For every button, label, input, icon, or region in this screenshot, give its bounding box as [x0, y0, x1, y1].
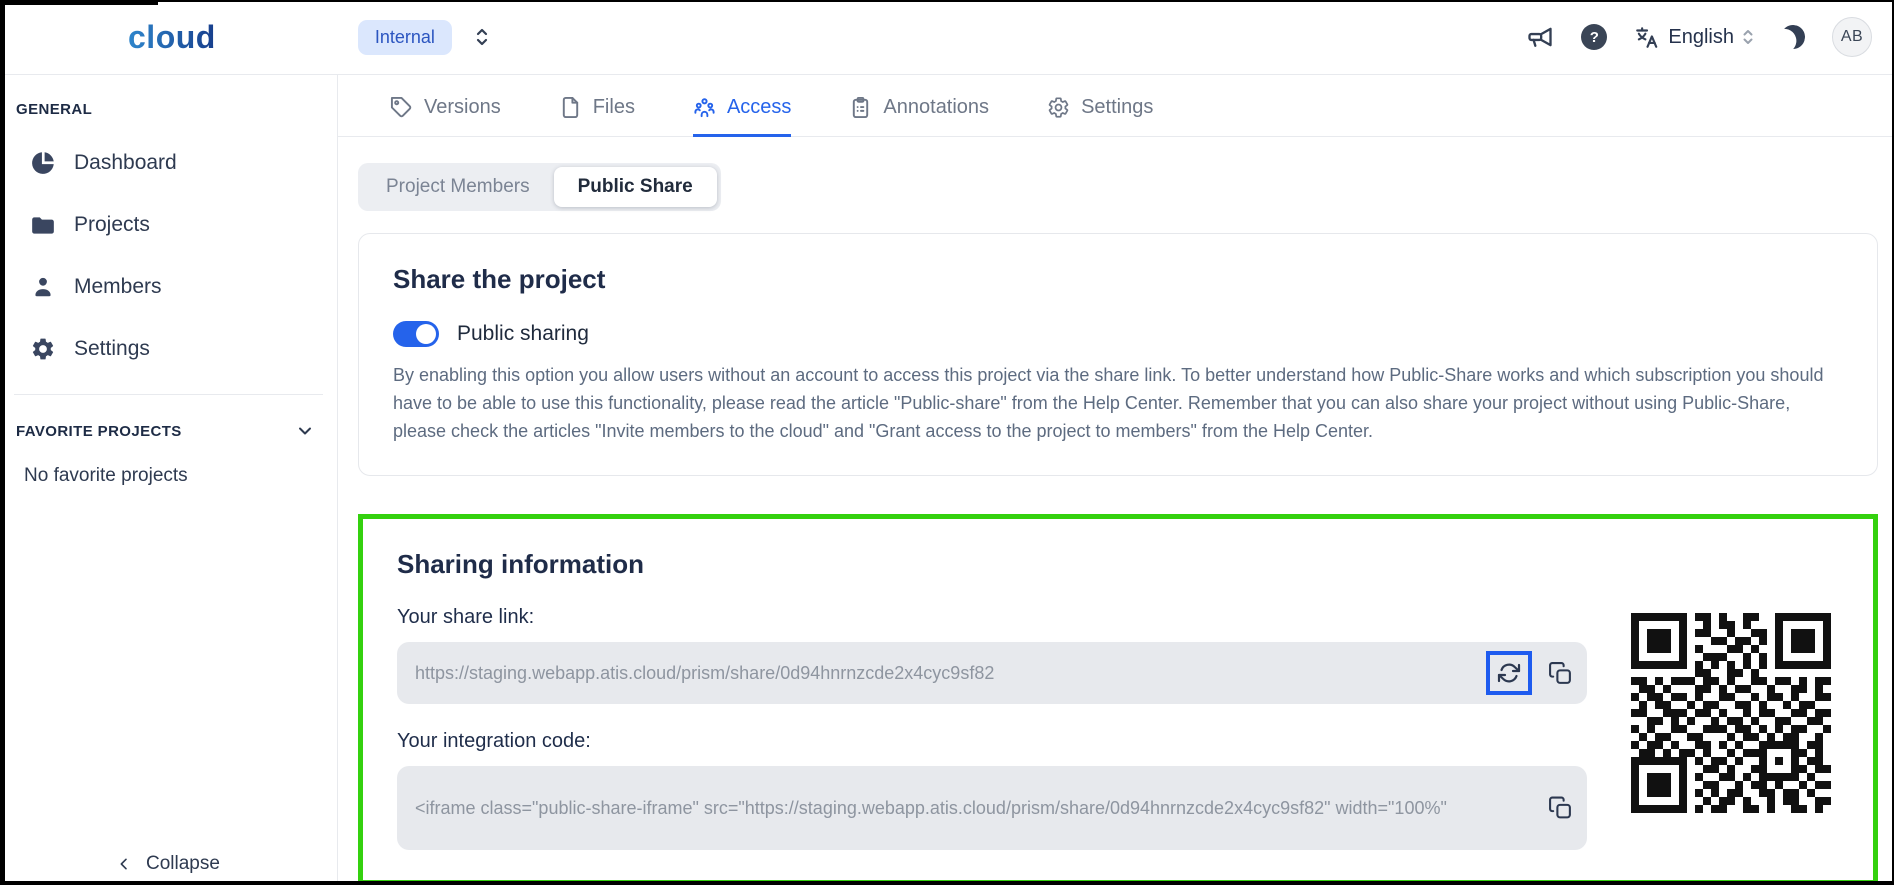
subtab-public-share[interactable]: Public Share — [553, 167, 717, 207]
pie-chart-icon — [30, 150, 56, 176]
tab-versions[interactable]: Versions — [390, 75, 501, 137]
collapse-sidebar-button[interactable]: Collapse — [116, 853, 220, 875]
workspace-switcher-icon[interactable] — [474, 26, 490, 48]
chevron-left-icon — [120, 858, 127, 870]
copy-code-button[interactable] — [1548, 796, 1573, 821]
sharing-information-title: Sharing information — [397, 549, 644, 579]
share-project-title: Share the project — [393, 264, 606, 294]
sidebar-section-general: GENERAL — [16, 101, 93, 118]
language-label: English — [1668, 25, 1734, 48]
tab-label: Settings — [1081, 96, 1154, 118]
subtab-project-members[interactable]: Project Members — [362, 167, 554, 207]
integration-code-label: Your integration code: — [397, 730, 591, 752]
sidebar-divider — [14, 394, 323, 395]
collapse-label: Collapse — [146, 853, 220, 874]
copy-icon — [1549, 661, 1571, 684]
dark-mode-icon[interactable] — [1781, 25, 1805, 49]
sidebar-item-dashboard[interactable]: Dashboard — [0, 132, 337, 194]
workspace-badge[interactable]: Internal — [357, 19, 452, 55]
share-qr-code — [1631, 613, 1831, 813]
gear-icon — [30, 336, 56, 362]
copy-link-button[interactable] — [1548, 661, 1573, 686]
public-sharing-label: Public sharing — [457, 322, 589, 345]
toggle-knob — [416, 324, 436, 344]
user-avatar[interactable]: AB — [1832, 17, 1872, 57]
clipboard-icon — [849, 96, 872, 119]
tab-label: Files — [592, 96, 635, 118]
refresh-icon — [1497, 663, 1521, 683]
tab-files[interactable]: Files — [559, 75, 635, 137]
copy-icon — [1549, 796, 1571, 819]
main-content: Versions Files Access Annotations Settin… — [338, 75, 1894, 885]
sidebar-items: Dashboard Projects Members Settings — [0, 132, 337, 380]
tab-access[interactable]: Access — [692, 75, 792, 137]
access-subtabs: Project Members Public Share — [358, 163, 721, 211]
sidebar-item-label: Projects — [74, 213, 150, 236]
tab-bar: Versions Files Access Annotations Settin… — [338, 75, 1894, 137]
share-project-card: Share the project Public sharing By enab… — [358, 233, 1878, 476]
sidebar-item-label: Settings — [74, 337, 150, 360]
sidebar-item-label: Members — [74, 275, 162, 298]
folder-icon — [30, 212, 56, 238]
help-icon[interactable]: ? — [1581, 24, 1608, 50]
sharing-information-card: Sharing information Your share link: htt… — [358, 514, 1878, 885]
share-link-buttons — [1486, 651, 1573, 695]
language-chevrons-icon — [1743, 30, 1753, 44]
screenshot-frame-corner — [0, 0, 158, 5]
person-icon — [30, 274, 56, 300]
integration-code-buttons — [1548, 796, 1573, 821]
tab-label: Versions — [424, 96, 501, 118]
tab-annotations[interactable]: Annotations — [849, 75, 989, 137]
regenerate-link-button[interactable] — [1486, 651, 1532, 695]
header-actions: ? English AB — [1526, 17, 1872, 57]
sidebar: GENERAL Dashboard Projects Members Setti… — [0, 75, 338, 885]
body-row: GENERAL Dashboard Projects Members Setti… — [0, 75, 1894, 885]
tab-settings[interactable]: Settings — [1047, 75, 1153, 137]
favorites-empty-text: No favorite projects — [24, 465, 188, 486]
sidebar-item-label: Dashboard — [74, 151, 177, 174]
app-root: cloud Internal ? English AB GENERAL Dash… — [0, 0, 1894, 885]
gear-icon — [1047, 96, 1070, 119]
tag-icon — [390, 96, 413, 119]
sidebar-item-settings[interactable]: Settings — [0, 318, 337, 380]
file-icon — [559, 96, 582, 119]
tab-label: Annotations — [883, 96, 990, 118]
tab-label: Access — [726, 96, 792, 118]
sidebar-item-members[interactable]: Members — [0, 256, 337, 318]
people-icon — [693, 96, 716, 119]
share-link-label: Your share link: — [397, 606, 535, 628]
public-sharing-toggle[interactable] — [393, 321, 439, 347]
sidebar-section-favorites[interactable]: FAVORITE PROJECTS — [0, 421, 337, 441]
cloud-logo: cloud — [128, 18, 216, 55]
chevron-down-icon — [299, 427, 311, 435]
integration-code-input[interactable]: <iframe class="public-share-iframe" src=… — [397, 766, 1587, 850]
language-selector[interactable]: English — [1634, 24, 1754, 50]
integration-code-shell: <iframe class="public-share-iframe" src=… — [397, 766, 1587, 850]
favorites-title: FAVORITE PROJECTS — [16, 422, 182, 440]
sidebar-item-projects[interactable]: Projects — [0, 194, 337, 256]
share-link-input[interactable]: https://staging.webapp.atis.cloud/prism/… — [397, 642, 1587, 704]
top-header: cloud Internal ? English AB — [0, 0, 1894, 75]
public-sharing-description: By enabling this option you allow users … — [393, 365, 1824, 441]
public-sharing-row: Public sharing — [393, 321, 1843, 347]
share-link-shell: https://staging.webapp.atis.cloud/prism/… — [397, 642, 1587, 704]
translate-icon — [1634, 24, 1660, 50]
announcements-icon[interactable] — [1526, 23, 1554, 51]
